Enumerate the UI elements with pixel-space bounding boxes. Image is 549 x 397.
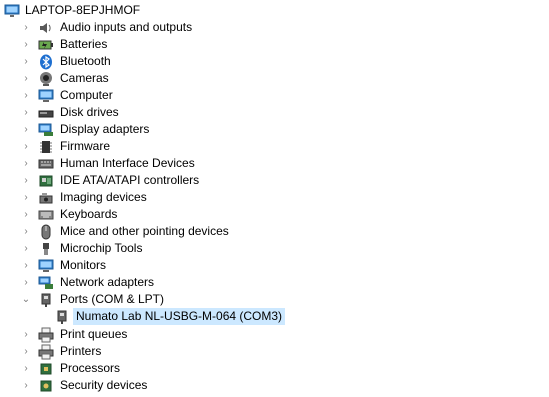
port-icon [38, 292, 54, 308]
chevron-right-icon[interactable]: › [20, 257, 32, 274]
tree-item-printers[interactable]: › Printers [20, 343, 104, 360]
tree-item-processors[interactable]: › Processors [20, 360, 123, 377]
tree-item-label: Microchip Tools [60, 241, 143, 255]
port-icon [54, 309, 70, 325]
chevron-right-icon[interactable]: › [20, 87, 32, 104]
chevron-right-icon[interactable]: › [20, 377, 32, 394]
tree-item-print-queues[interactable]: › Print queues [20, 326, 130, 343]
security-device-icon [38, 378, 54, 394]
keyboard-icon [38, 207, 54, 223]
network-adapter-icon [38, 275, 54, 291]
display-adapter-icon [38, 122, 54, 138]
battery-icon [38, 37, 54, 53]
tree-item-label: Network adapters [60, 275, 155, 289]
tree-item-label: Audio inputs and outputs [60, 20, 193, 34]
monitor-icon [38, 88, 54, 104]
chevron-right-icon[interactable]: › [20, 274, 32, 291]
tree-item-bluetooth[interactable]: › Bluetooth [20, 53, 114, 70]
tree-item-audio[interactable]: › Audio inputs and outputs [20, 19, 195, 36]
tree-item-label: Disk drives [60, 105, 119, 119]
tree-item-ide[interactable]: › IDE ATA/ATAPI controllers [20, 172, 202, 189]
tree-item-label: Keyboards [60, 207, 118, 221]
tree-item-label: Processors [60, 361, 121, 375]
chevron-right-icon[interactable]: › [20, 70, 32, 87]
printer-icon [38, 344, 54, 360]
firmware-chip-icon [38, 139, 54, 155]
chevron-right-icon[interactable]: › [20, 121, 32, 138]
disk-drive-icon [38, 105, 54, 121]
tree-item-label: Imaging devices [60, 190, 147, 204]
tree-item-cameras[interactable]: › Cameras [20, 70, 112, 87]
tree-item-label: Cameras [60, 71, 109, 85]
chevron-down-icon[interactable]: ⌄ [20, 291, 32, 308]
tree-item-label: Print queues [60, 327, 128, 341]
chevron-right-icon[interactable]: › [20, 104, 32, 121]
chevron-right-icon[interactable]: › [20, 155, 32, 172]
chevron-right-icon[interactable]: › [20, 172, 32, 189]
tree-item-microchip-tools[interactable]: › Microchip Tools [20, 240, 145, 257]
tree-item-label: Human Interface Devices [60, 156, 195, 170]
tree-item-label: Security devices [60, 378, 148, 392]
tree-item-hid[interactable]: › Human Interface Devices [20, 155, 198, 172]
tree-item-ports[interactable]: ⌄ Ports (COM & LPT) [20, 291, 167, 308]
chevron-right-icon[interactable]: › [20, 19, 32, 36]
chevron-right-icon[interactable]: › [20, 138, 32, 155]
camera-icon [38, 71, 54, 87]
imaging-device-icon [38, 190, 54, 206]
tree-item-security-devices[interactable]: › Security devices [20, 377, 150, 394]
bluetooth-icon [38, 54, 54, 70]
tree-root[interactable]: LAPTOP-8EPJHMOF [4, 2, 143, 19]
tree-item-label: Monitors [60, 258, 107, 272]
tree-item-label: Batteries [60, 37, 108, 51]
chevron-right-icon[interactable]: › [20, 53, 32, 70]
ide-controller-icon [38, 173, 54, 189]
chevron-right-icon[interactable]: › [20, 240, 32, 257]
tree-item-firmware[interactable]: › Firmware [20, 138, 113, 155]
tree-item-imaging[interactable]: › Imaging devices [20, 189, 150, 206]
chevron-right-icon[interactable]: › [20, 326, 32, 343]
tree-item-batteries[interactable]: › Batteries [20, 36, 110, 53]
device-tree: LAPTOP-8EPJHMOF › Audio inputs and outpu… [0, 0, 549, 397]
tree-item-display-adapters[interactable]: › Display adapters [20, 121, 152, 138]
chevron-right-icon[interactable]: › [20, 223, 32, 240]
chevron-right-icon[interactable]: › [20, 36, 32, 53]
tree-item-monitors[interactable]: › Monitors [20, 257, 109, 274]
computer-icon [4, 3, 20, 19]
tree-item-mice[interactable]: › Mice and other pointing devices [20, 223, 232, 240]
tree-item-label: Bluetooth [60, 54, 111, 68]
tree-item-numato-com3[interactable]: Numato Lab NL-USBG-M-064 (COM3) [54, 308, 286, 325]
tree-item-label: IDE ATA/ATAPI controllers [60, 173, 200, 187]
processor-icon [38, 361, 54, 377]
printer-icon [38, 327, 54, 343]
tree-item-label: Firmware [60, 139, 110, 153]
hid-keyboard-icon [38, 156, 54, 172]
tree-item-keyboards[interactable]: › Keyboards [20, 206, 120, 223]
tree-item-computer[interactable]: › Computer [20, 87, 116, 104]
tree-item-label: Numato Lab NL-USBG-M-064 (COM3) [73, 308, 286, 325]
speaker-icon [38, 20, 54, 36]
chevron-right-icon[interactable]: › [20, 189, 32, 206]
tree-item-label: Mice and other pointing devices [60, 224, 229, 238]
tree-item-network-adapters[interactable]: › Network adapters [20, 274, 157, 291]
tree-item-label: Printers [60, 344, 102, 358]
tree-item-label: Display adapters [60, 122, 150, 136]
tree-root-label: LAPTOP-8EPJHMOF [25, 3, 141, 17]
tree-item-label: Ports (COM & LPT) [60, 292, 165, 306]
monitor-icon [38, 258, 54, 274]
tree-item-label: Computer [60, 88, 113, 102]
chevron-right-icon[interactable]: › [20, 360, 32, 377]
chevron-right-icon[interactable]: › [20, 343, 32, 360]
mouse-icon [38, 224, 54, 240]
connector-icon [38, 241, 54, 257]
tree-item-disk-drives[interactable]: › Disk drives [20, 104, 122, 121]
chevron-right-icon[interactable]: › [20, 206, 32, 223]
